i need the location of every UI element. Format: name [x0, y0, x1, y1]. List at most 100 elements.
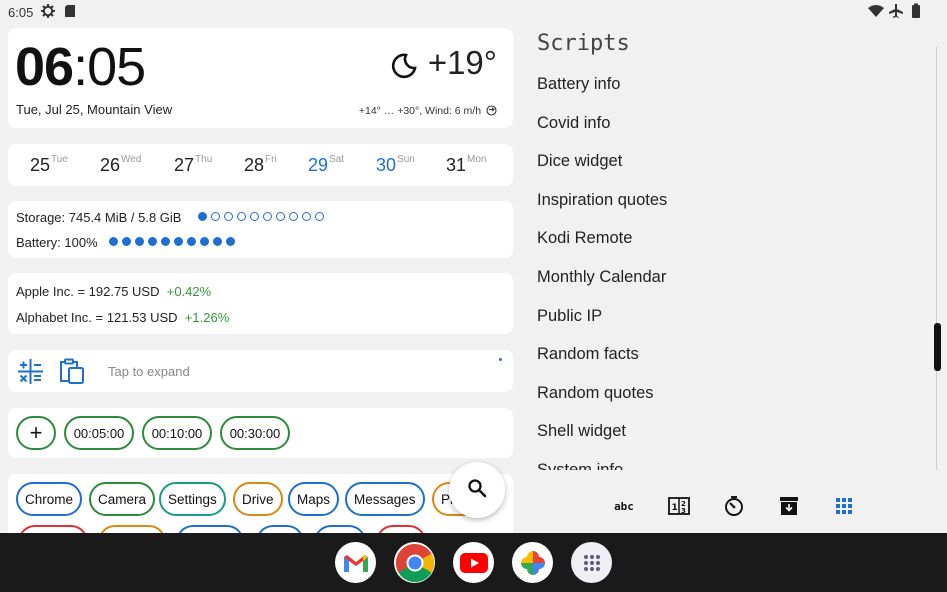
script-item[interactable]: Monthly Calendar: [537, 268, 666, 287]
svg-text:3: 3: [681, 507, 686, 515]
calendar-day[interactable]: 29Sat: [308, 154, 344, 176]
script-item[interactable]: Public IP: [537, 307, 602, 326]
stock-row[interactable]: Alphabet Inc. = 121.53 USD +1.26%: [16, 310, 229, 325]
clock-weather-card[interactable]: 06:05 Tue, Jul 25, Mountain View +19° +1…: [8, 28, 513, 128]
stock-price: 192.75 USD: [88, 284, 160, 299]
scrollbar-thumb[interactable]: [934, 323, 941, 371]
calendar-day[interactable]: 30Sun: [376, 154, 415, 176]
battery-level-dot: [200, 237, 209, 246]
system-info-card[interactable]: Storage: 745.4 MiB / 5.8 GiB Battery: 10…: [8, 201, 513, 258]
weather-detail: +14° … +30°, Wind: 6 m/h: [359, 105, 497, 119]
script-item[interactable]: Inspiration quotes: [537, 191, 667, 210]
calendar-card[interactable]: 25Tue 26Wed 27Thu 28Fri 29Sat 30Sun 31Mon: [8, 144, 513, 186]
app-button-partial[interactable]: [98, 525, 166, 533]
storage-level-dot: [224, 212, 233, 221]
calculator-icon[interactable]: [18, 359, 43, 389]
scrollbar-track[interactable]: [936, 47, 937, 470]
battery-level-dot: [213, 237, 222, 246]
scripts-title: Scripts: [537, 31, 630, 56]
weather-detail-text: +14° … +30°, Wind: 6 m/h: [358, 105, 482, 117]
abc-sort-button[interactable]: abc: [611, 494, 637, 518]
timer-button[interactable]: 00:10:00: [142, 416, 212, 450]
gear-icon: [40, 3, 56, 22]
storage-level-dot: [315, 212, 324, 221]
dock: [0, 533, 947, 592]
clock-time[interactable]: 06:05: [15, 36, 146, 98]
clock-hours: 06: [15, 37, 74, 97]
sd-card-icon: [64, 3, 76, 22]
storage-level-dot: [211, 212, 220, 221]
storage-level-dot: [289, 212, 298, 221]
stocks-card[interactable]: Apple Inc. = 192.75 USD +0.42% Alphabet …: [8, 273, 513, 334]
app-button-partial[interactable]: [18, 525, 88, 533]
app-drive-button[interactable]: Drive: [233, 482, 283, 516]
calendar-day[interactable]: 25Tue: [30, 154, 68, 176]
notes-card[interactable]: Tap to expand: [8, 350, 513, 392]
app-button-partial[interactable]: [256, 525, 304, 533]
app-maps-button[interactable]: Maps: [288, 482, 340, 516]
stock-change: +0.42%: [166, 284, 212, 299]
calendar-weekday: Mon: [467, 154, 487, 165]
storage-label: Storage: 745.4 MiB / 5.8 GiB: [16, 210, 182, 225]
script-item[interactable]: Shell widget: [537, 422, 626, 441]
calendar-day[interactable]: 27Thu: [174, 154, 212, 176]
battery-dots: [109, 237, 235, 246]
search-icon: [467, 478, 487, 503]
app-button-partial[interactable]: [376, 525, 426, 533]
chrome-app-icon[interactable]: [394, 542, 435, 583]
stock-eq: =: [95, 310, 104, 325]
status-bar: 6:05: [0, 0, 947, 24]
search-button[interactable]: [449, 462, 505, 518]
app-drawer-icon[interactable]: [571, 542, 612, 583]
battery-level-dot: [122, 237, 131, 246]
archive-icon[interactable]: [777, 494, 801, 518]
photos-app-icon[interactable]: [512, 542, 553, 583]
calendar-weekday: Fri: [265, 154, 277, 165]
storage-level-dot: [302, 212, 311, 221]
apps-card[interactable]: Chrome Camera Settings Drive Maps Messag…: [8, 474, 513, 533]
script-item[interactable]: System info: [537, 461, 623, 470]
app-button-partial[interactable]: [314, 525, 366, 533]
timer-icon[interactable]: [722, 494, 746, 518]
timer-button[interactable]: 00:05:00: [64, 416, 134, 450]
script-item[interactable]: Random facts: [537, 345, 639, 364]
calendar-day-number: 30: [376, 155, 397, 175]
clock-date[interactable]: Tue, Jul 25, Mountain View: [16, 102, 172, 117]
calendar-day[interactable]: 28Fri: [244, 154, 277, 176]
stock-row[interactable]: Apple Inc. = 192.75 USD +0.42%: [16, 284, 211, 299]
battery-level-dot: [161, 237, 170, 246]
clipboard-icon[interactable]: [58, 358, 85, 390]
notes-indicator-dot: [499, 358, 502, 361]
gmail-app-icon[interactable]: [335, 542, 376, 583]
stock-eq: =: [77, 284, 86, 299]
script-item[interactable]: Kodi Remote: [537, 229, 632, 248]
script-item[interactable]: Random quotes: [537, 384, 654, 403]
timers-card[interactable]: + 00:05:00 00:10:00 00:30:00: [8, 408, 513, 458]
timer-button[interactable]: 00:30:00: [220, 416, 290, 450]
weather-temperature[interactable]: +19°: [428, 44, 497, 82]
calendar-weekday: Tue: [51, 154, 68, 165]
app-chrome-button[interactable]: Chrome: [16, 482, 83, 516]
svg-text:1: 1: [672, 503, 678, 513]
script-item[interactable]: Covid info: [537, 114, 610, 133]
storage-level-dot: [198, 212, 207, 221]
add-timer-button[interactable]: +: [16, 416, 56, 450]
calendar-day[interactable]: 26Wed: [100, 154, 141, 176]
calendar-day-number: 27: [174, 155, 195, 175]
status-time: 6:05: [8, 5, 34, 20]
app-settings-button[interactable]: Settings: [159, 482, 226, 516]
battery-level-dot: [135, 237, 144, 246]
script-item[interactable]: Battery info: [537, 75, 620, 94]
script-item[interactable]: Dice widget: [537, 152, 622, 171]
app-button-partial[interactable]: [176, 525, 244, 533]
number-pad-icon[interactable]: 123: [667, 494, 691, 518]
clock-separator: :: [73, 37, 88, 97]
calendar-weekday: Sun: [397, 154, 415, 165]
calendar-day[interactable]: 31Mon: [446, 154, 487, 176]
grid-icon[interactable]: [832, 494, 856, 518]
notes-placeholder[interactable]: Tap to expand: [108, 364, 190, 379]
app-camera-button[interactable]: Camera: [89, 482, 156, 516]
app-messages-button[interactable]: Messages: [345, 482, 425, 516]
calendar-day-number: 25: [30, 155, 51, 175]
youtube-app-icon[interactable]: [453, 542, 494, 583]
